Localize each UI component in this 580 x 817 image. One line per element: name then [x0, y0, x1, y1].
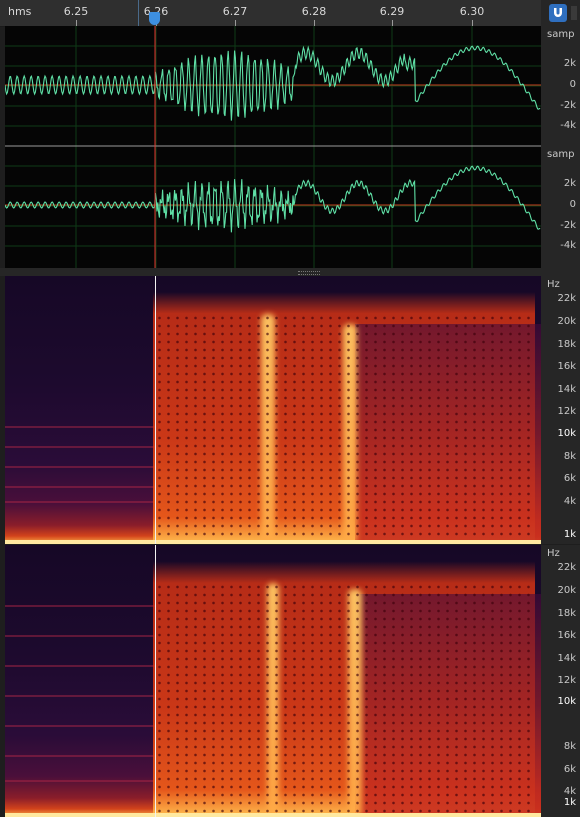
timeline-ruler[interactable]: hms 6.25 6.26 6.27 6.28 6.29 6.30 — [0, 0, 541, 27]
harmonic-line — [5, 446, 155, 448]
tick-label: 6.28 — [301, 5, 327, 18]
spectrogram-channel-1[interactable] — [5, 276, 541, 544]
frequency-axis-ch2: Hz 22k 20k 18k 16k 14k 12k 10k 8k 6k 4k … — [541, 545, 580, 817]
harmonic-line — [5, 780, 155, 782]
harmonic-line — [5, 695, 155, 697]
axis-label: 6k — [563, 764, 576, 775]
axis-unit: samp — [547, 149, 575, 160]
axis-label: 22k — [557, 293, 576, 304]
low-frequency-band — [5, 813, 541, 817]
panel-splitter[interactable] — [0, 268, 580, 276]
playhead-line — [155, 545, 156, 817]
axis-unit: Hz — [547, 279, 560, 290]
harmonic-line — [5, 486, 155, 488]
ruler-divider — [138, 0, 139, 26]
tick-label: 6.27 — [222, 5, 248, 18]
axis-label: 18k — [557, 608, 576, 619]
waveform-display[interactable] — [5, 26, 541, 268]
axis-label: 10k — [557, 696, 576, 707]
axis-label: 14k — [557, 384, 576, 395]
axis-label: 2k — [563, 58, 576, 69]
axis-label: 0 — [569, 199, 576, 210]
magnet-icon — [554, 8, 562, 17]
waveform-axis-ch1: samp 2k 0 -2k -4k — [541, 26, 580, 146]
axis-label: 20k — [557, 316, 576, 327]
axis-label: 2k — [563, 178, 576, 189]
axis-label: 1k — [563, 529, 576, 540]
low-frequency-band — [5, 540, 541, 544]
axis-label: 1k — [563, 797, 576, 808]
harmonic-line — [5, 501, 155, 503]
axis-label: -2k — [560, 100, 576, 111]
spectral-texture — [155, 583, 535, 817]
spectrogram-channel-2[interactable] — [5, 545, 541, 817]
axis-label: 12k — [557, 675, 576, 686]
spectral-texture — [155, 313, 535, 544]
harmonic-line — [5, 725, 155, 727]
playhead-handle[interactable] — [149, 12, 160, 25]
harmonic-line — [5, 426, 155, 428]
harmonic-line — [5, 755, 155, 757]
frequency-axis-ch1: Hz 22k 20k 18k 16k 14k 12k 10k 8k 6k 4k … — [541, 276, 580, 544]
axis-label: -4k — [560, 240, 576, 251]
view-toolbar — [541, 0, 580, 26]
axis-label: 12k — [557, 406, 576, 417]
snap-toggle-button[interactable] — [549, 4, 567, 22]
splitter-grip[interactable] — [298, 271, 320, 275]
axis-label: -2k — [560, 220, 576, 231]
tick-label: 6.30 — [459, 5, 485, 18]
waveform-ch1 — [5, 45, 541, 121]
harmonic-line — [5, 665, 155, 667]
axis-label: 8k — [563, 741, 576, 752]
axis-label: 20k — [557, 585, 576, 596]
tick-label: 6.29 — [379, 5, 405, 18]
toolbar-overflow-button[interactable] — [571, 6, 577, 20]
axis-label: 14k — [557, 653, 576, 664]
axis-label: 4k — [563, 786, 576, 797]
axis-label: 10k — [557, 428, 576, 439]
axis-label: 6k — [563, 473, 576, 484]
playhead-line — [155, 276, 156, 544]
axis-label: 16k — [557, 361, 576, 372]
harmonic-line — [5, 466, 155, 468]
waveform-ch2 — [5, 165, 541, 233]
time-unit-label: hms — [8, 5, 32, 18]
axis-label: 16k — [557, 630, 576, 641]
axis-unit: samp — [547, 29, 575, 40]
tick-label: 6.25 — [63, 5, 89, 18]
waveform-canvas — [5, 26, 541, 268]
axis-label: 18k — [557, 339, 576, 350]
axis-label: -4k — [560, 120, 576, 131]
waveform-axis-ch2: samp 2k 0 -2k -4k — [541, 146, 580, 268]
axis-label: 0 — [569, 79, 576, 90]
axis-unit: Hz — [547, 548, 560, 559]
harmonic-line — [5, 635, 155, 637]
axis-label: 8k — [563, 451, 576, 462]
axis-label: 22k — [557, 562, 576, 573]
axis-label: 4k — [563, 496, 576, 507]
harmonic-line — [5, 605, 155, 607]
